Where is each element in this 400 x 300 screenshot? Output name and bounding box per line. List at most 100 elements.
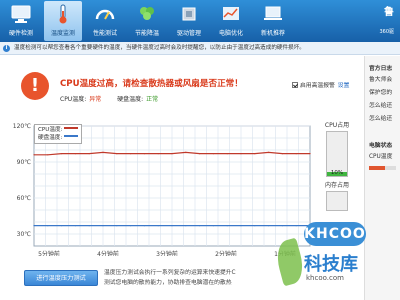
cpu-temp-sidebar-bar — [369, 166, 396, 170]
watermark-leaf-icon — [272, 237, 308, 287]
series-point — [88, 153, 90, 155]
series-point — [143, 225, 145, 227]
brand-logo: 鲁 360驱 — [379, 3, 394, 35]
legend-label: CPU温度: — [38, 127, 63, 133]
info-icon: i — [3, 45, 10, 52]
stress-test-description: 温度压力测试会执行一系列复杂的运算来快速提升C 测试您电脑的散热能力，协助排查电… — [104, 268, 284, 288]
cpu-usage-title: CPU占用 — [324, 122, 350, 129]
tab-monitor[interactable]: 硬件检测 — [2, 1, 40, 41]
warning-icon: ! — [21, 72, 49, 100]
series-point — [185, 225, 187, 227]
cpu-temp-sidebar-label: CPU温度 — [369, 154, 393, 160]
series-point — [61, 153, 63, 155]
y-tick-label: 90℃ — [17, 159, 32, 166]
monitor-icon — [10, 3, 32, 27]
legend-entry: 硬盘温度: — [38, 134, 79, 142]
series-point — [157, 225, 159, 227]
chart-legend: CPU温度: 硬盘温度: — [34, 124, 83, 144]
series-point — [47, 225, 49, 227]
series-point — [116, 225, 118, 227]
laptop-icon — [262, 3, 284, 27]
x-tick-label: 4分钟前 — [97, 250, 119, 256]
alarm-checkbox[interactable] — [292, 82, 298, 88]
stress-test-desc-line1: 温度压力测试会执行一系列复杂的运算来快速提升C — [104, 270, 236, 276]
series-point — [130, 153, 132, 155]
series-point — [157, 153, 159, 155]
series-point — [226, 153, 228, 155]
series-point — [268, 225, 270, 227]
cpu-temp-label: CPU温度: — [60, 96, 87, 103]
series-point — [240, 225, 242, 227]
chip-icon — [178, 3, 200, 27]
series-point — [130, 225, 132, 227]
sidebar-link[interactable]: 怎么给还 — [365, 113, 400, 126]
y-tick-label: 120℃ — [13, 123, 31, 130]
tab-label: 电脑优化 — [218, 30, 243, 37]
sidebar-link[interactable]: 鲁大师会 — [365, 74, 400, 87]
tab-leaf[interactable]: 节能降温 — [128, 1, 166, 41]
series-point — [212, 225, 214, 227]
series-point — [199, 153, 201, 155]
tab-laptop[interactable]: 新机推荐 — [254, 1, 292, 41]
legend-swatch — [64, 127, 79, 129]
x-tick-label: 5分钟前 — [38, 250, 60, 256]
info-text: 温度检测可以帮您查看各个重要硬件的温度，当硬件温度过高时会及时提醒您，以防止由于… — [14, 45, 305, 51]
tab-thermometer[interactable]: 温度监测 — [44, 1, 82, 41]
settings-link[interactable]: 设置 — [338, 83, 350, 89]
legend-label: 硬盘温度: — [38, 135, 63, 141]
series-point — [74, 153, 76, 155]
series-point — [47, 154, 49, 156]
brand-name: 鲁 — [384, 7, 394, 18]
temperature-status: CPU温度: 异常 硬盘温度: 正常 — [60, 94, 158, 103]
series-point — [240, 153, 242, 155]
cpu-usage-value: 10% — [330, 170, 344, 176]
cpu-temp-status: 异常 — [89, 96, 102, 103]
series-point — [74, 225, 76, 227]
series-point — [116, 153, 118, 155]
alarm-label: 启用高温报警 — [300, 83, 335, 89]
tab-label: 性能测试 — [92, 30, 117, 37]
series-point — [88, 225, 90, 227]
tab-label: 硬件检测 — [8, 30, 33, 37]
legend-swatch — [64, 135, 79, 137]
info-bar: i 温度检测可以帮您查看各个重要硬件的温度，当硬件温度过高时会及时提醒您，以防止… — [0, 42, 400, 55]
sidebar-title: 官方日志 — [369, 66, 393, 72]
alert-message: CPU温度过高，请检查散热器或风扇是否正常！ — [60, 79, 243, 89]
sidebar-link[interactable]: 怎么给还 — [365, 100, 400, 113]
gauge-icon — [94, 3, 116, 27]
stress-test-button[interactable]: 进行温度压力测试 — [24, 270, 98, 286]
tab-label: 节能降温 — [134, 30, 159, 37]
thermometer-icon — [52, 3, 74, 27]
disk-temp-label: 硬盘温度: — [117, 96, 144, 103]
watermark: KHCOO 科技库 khcoo.com — [272, 222, 378, 300]
high-temp-alarm[interactable]: 启用高温报警 设置 — [292, 80, 349, 89]
series-point — [309, 153, 311, 155]
pc-status-title: 电脑状态 — [369, 143, 393, 149]
series-point — [254, 153, 256, 155]
series-point — [226, 225, 228, 227]
y-tick-label: 30℃ — [17, 231, 32, 238]
series-point — [185, 151, 187, 153]
series-point — [171, 153, 173, 155]
watermark-text: 科技库 — [304, 254, 358, 275]
tab-gauge[interactable]: 性能测试 — [86, 1, 124, 41]
series-point — [281, 153, 283, 155]
memory-usage-title: 内存占用 — [324, 182, 349, 189]
watermark-logo: KHCOO — [304, 222, 366, 246]
tab-chip[interactable]: 驱动管理 — [170, 1, 208, 41]
tab-chart[interactable]: 电脑优化 — [212, 1, 250, 41]
series-point — [102, 225, 104, 227]
sidebar-link[interactable]: 保护您的 — [365, 87, 400, 100]
cpu-usage-panel: CPU占用 10% — [318, 120, 356, 178]
series-point — [212, 153, 214, 155]
chart-icon — [220, 3, 242, 27]
series-point — [171, 225, 173, 227]
series-point — [143, 153, 145, 155]
series-point — [254, 225, 256, 227]
x-tick-label: 3分钟前 — [156, 250, 178, 256]
series-point — [295, 153, 297, 155]
memory-usage-meter — [326, 191, 348, 211]
stress-test-desc-line2: 测试您电脑的散热能力，协助排查电脑潜在的散热 — [104, 280, 232, 286]
series-point — [199, 225, 201, 227]
x-tick-label: 2分钟前 — [215, 250, 237, 256]
